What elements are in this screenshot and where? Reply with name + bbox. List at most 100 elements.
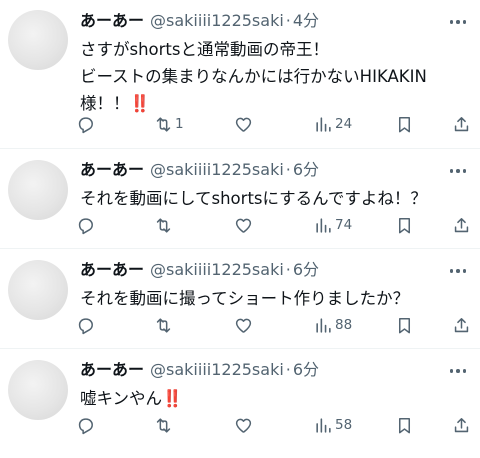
reply-button[interactable] <box>76 413 95 437</box>
share-button[interactable] <box>452 112 471 136</box>
views-icon <box>316 217 331 233</box>
like-button[interactable] <box>234 413 253 437</box>
like-icon <box>235 218 252 233</box>
like-button[interactable] <box>234 213 253 237</box>
tweet-1[interactable]: あーあー @sakiiii1225saki · 4分 さすがshortsと通常動画の帝… <box>0 0 480 148</box>
views-count: 24 <box>335 116 353 132</box>
tweet-text-fragment: 嘘キンやん <box>80 389 163 408</box>
share-button[interactable] <box>452 413 471 437</box>
tweet-text: さすがshortsと通常動画の帝王！ ビーストの集まりなんかには行かないHIKA… <box>80 36 470 117</box>
avatar[interactable] <box>8 160 68 220</box>
more-icon[interactable] <box>448 361 468 381</box>
tweet-text-line: さすがshortsと通常動画の帝王！ <box>80 40 329 59</box>
share-icon <box>454 417 469 432</box>
retweet-button[interactable] <box>154 313 173 337</box>
user-handle[interactable]: @sakiiii1225saki <box>150 360 284 379</box>
tweet-header: あーあー @sakiiii1225saki · 4分 <box>80 9 319 33</box>
retweet-icon <box>156 116 171 132</box>
retweet-icon <box>156 217 171 233</box>
views-count: 58 <box>335 417 353 433</box>
tweet-text-line: それを動画にしてshortsにするんですよね！？ <box>80 189 427 208</box>
views-icon <box>316 417 331 433</box>
share-icon <box>454 116 469 131</box>
separator-dot: · <box>285 11 291 30</box>
like-icon <box>235 117 252 132</box>
reply-button[interactable] <box>76 313 95 337</box>
tweet-text-line: それを動画に撮ってショート作りましたか？ <box>80 289 410 308</box>
avatar[interactable] <box>8 10 68 70</box>
tweet-text: それを動画にしてshortsにするんですよね！？ <box>80 185 470 212</box>
views-icon <box>316 317 331 333</box>
avatar[interactable] <box>8 260 68 320</box>
separator-dot: · <box>285 260 291 279</box>
retweet-button[interactable] <box>154 413 173 437</box>
user-handle[interactable]: @sakiiii1225saki <box>150 160 284 179</box>
user-handle[interactable]: @sakiiii1225saki <box>150 11 284 30</box>
bookmark-button[interactable] <box>395 213 414 237</box>
views-count: 74 <box>335 217 353 233</box>
share-button[interactable] <box>452 213 471 237</box>
reply-icon <box>78 317 93 334</box>
separator-dot: · <box>285 160 291 179</box>
tweet-text: 嘘キンやん‼️ <box>80 385 470 412</box>
tweet-text-line: 嘘キンやん‼️ <box>80 385 470 412</box>
like-button[interactable] <box>234 112 253 136</box>
reply-icon <box>78 217 93 234</box>
tweet-text-fragment: 様！！ <box>80 94 130 113</box>
tweet-4[interactable]: あーあー @sakiiii1225saki · 6分 嘘キンやん‼️ 58 <box>0 349 480 458</box>
user-handle[interactable]: @sakiiii1225saki <box>150 260 284 279</box>
retweet-icon <box>156 417 171 433</box>
tweet-header: あーあー @sakiiii1225saki · 6分 <box>80 358 319 382</box>
double-exclamation-emoji: ‼️ <box>129 94 150 113</box>
bookmark-icon <box>398 217 411 233</box>
views-button[interactable]: 24 <box>314 112 352 136</box>
double-exclamation-emoji: ‼️ <box>162 389 182 408</box>
separator-dot: · <box>285 360 291 379</box>
reply-icon <box>78 116 93 133</box>
action-bar: 1 24 <box>72 112 472 136</box>
reply-feed: あーあー @sakiiii1225saki · 4分 さすがshortsと通常動画の帝… <box>0 0 480 458</box>
share-icon <box>454 217 469 232</box>
reply-button[interactable] <box>76 213 95 237</box>
action-bar: 58 <box>72 413 472 437</box>
like-icon <box>235 418 252 433</box>
display-name[interactable]: あーあー <box>80 360 144 379</box>
display-name[interactable]: あーあー <box>80 160 144 179</box>
timestamp[interactable]: 6分 <box>293 160 319 179</box>
timestamp[interactable]: 6分 <box>293 360 319 379</box>
views-button[interactable]: 74 <box>314 213 352 237</box>
retweet-button[interactable] <box>154 213 173 237</box>
views-count: 88 <box>335 317 353 333</box>
like-button[interactable] <box>234 313 253 337</box>
timestamp[interactable]: 6分 <box>293 260 319 279</box>
share-button[interactable] <box>452 313 471 337</box>
bookmark-icon <box>398 116 411 132</box>
reply-icon <box>78 417 93 434</box>
avatar[interactable] <box>8 360 68 420</box>
action-bar: 88 <box>72 313 472 337</box>
display-name[interactable]: あーあー <box>80 11 144 30</box>
tweet-text: それを動画に撮ってショート作りましたか？ <box>80 285 470 312</box>
retweet-button[interactable]: 1 <box>154 112 184 136</box>
views-button[interactable]: 58 <box>314 413 352 437</box>
action-bar: 74 <box>72 213 472 237</box>
display-name[interactable]: あーあー <box>80 260 144 279</box>
share-icon <box>454 317 469 332</box>
bookmark-button[interactable] <box>395 313 414 337</box>
more-icon[interactable] <box>448 12 468 32</box>
more-icon[interactable] <box>448 161 468 181</box>
more-icon[interactable] <box>448 261 468 281</box>
tweet-3[interactable]: あーあー @sakiiii1225saki · 6分 それを動画に撮ってショート作りま… <box>0 249 480 348</box>
tweet-text-line: ビーストの集まりなんかには行かないHIKAKIN <box>80 67 427 86</box>
tweet-header: あーあー @sakiiii1225saki · 6分 <box>80 258 319 282</box>
like-icon <box>235 318 252 333</box>
views-icon <box>316 116 331 132</box>
views-button[interactable]: 88 <box>314 313 352 337</box>
bookmark-button[interactable] <box>395 413 414 437</box>
reply-button[interactable] <box>76 112 95 136</box>
bookmark-icon <box>398 317 411 333</box>
timestamp[interactable]: 4分 <box>293 11 319 30</box>
bookmark-button[interactable] <box>395 112 414 136</box>
tweet-2[interactable]: あーあー @sakiiii1225saki · 6分 それを動画にしてshortsにす… <box>0 149 480 248</box>
tweet-header: あーあー @sakiiii1225saki · 6分 <box>80 158 319 182</box>
